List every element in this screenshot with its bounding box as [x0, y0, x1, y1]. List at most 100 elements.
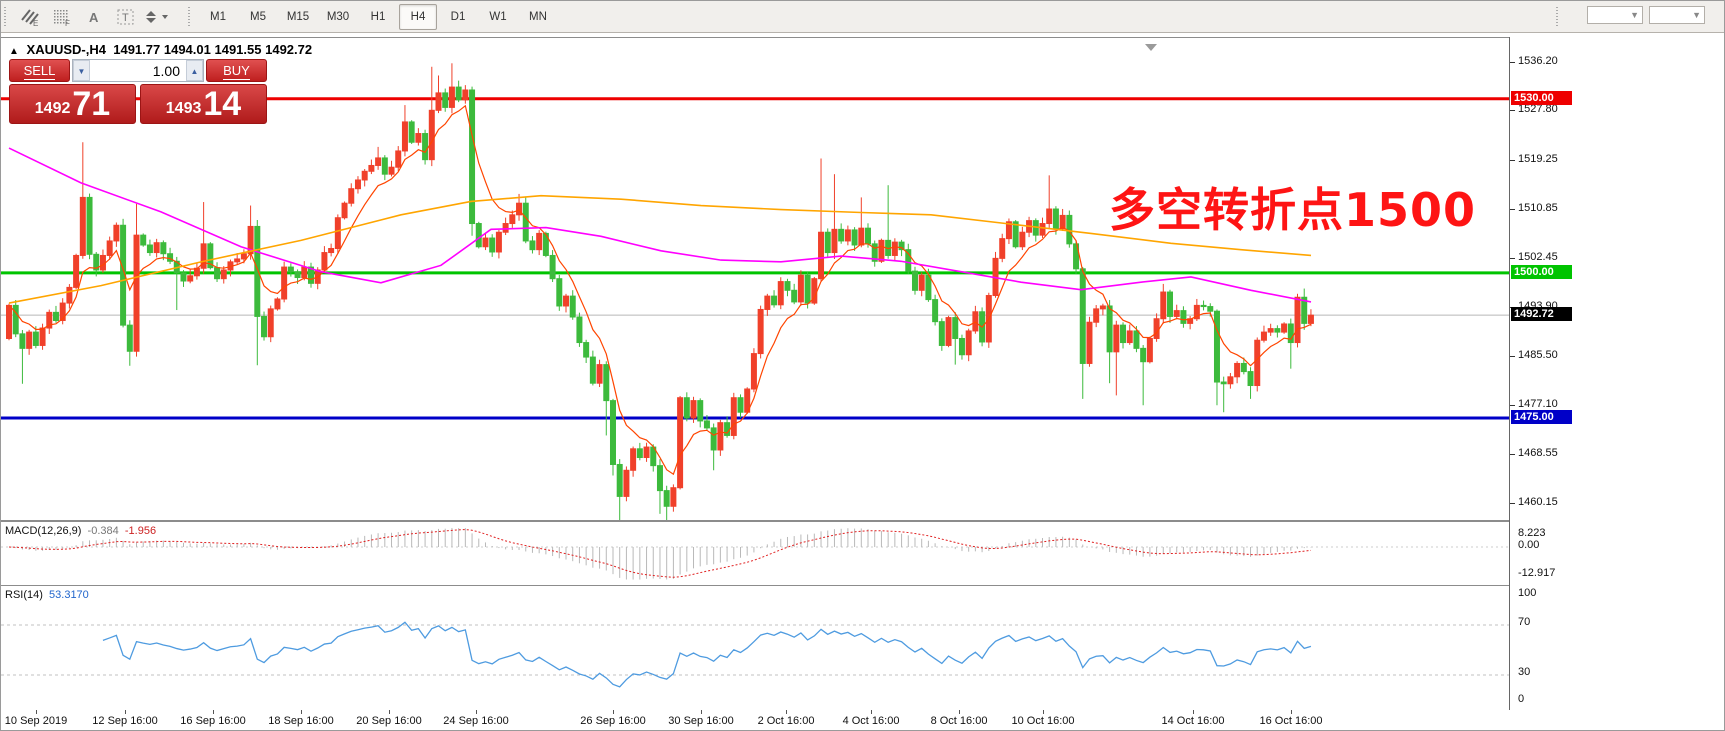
- time-tick-label: 18 Sep 16:00: [268, 715, 333, 727]
- macd-histogram: [9, 528, 1311, 580]
- time-tick-label: 20 Sep 16:00: [356, 715, 421, 727]
- symbol-triangle-icon[interactable]: ▲: [9, 46, 19, 57]
- time-tick: [786, 710, 787, 714]
- timeframe-button-w1[interactable]: W1: [479, 4, 517, 30]
- svg-text:T: T: [122, 12, 129, 24]
- axis-tick-label: 1468.55: [1518, 447, 1558, 459]
- timeframe-button-mn[interactable]: MN: [519, 4, 557, 30]
- price-axis[interactable]: 1536.201527.801519.251510.851502.451493.…: [1509, 37, 1725, 710]
- timeframe-button-m30[interactable]: M30: [319, 4, 357, 30]
- time-tick-label: 4 Oct 16:00: [843, 715, 900, 727]
- text-tool-icon[interactable]: A: [79, 4, 109, 30]
- toolbar-combo-2[interactable]: ▼: [1649, 6, 1705, 24]
- ohlc-close: 1492.72: [265, 42, 312, 57]
- drawing-toolbar: EFAT: [14, 4, 174, 30]
- axis-tick-label: -12.917: [1518, 567, 1555, 579]
- time-tick: [389, 710, 390, 714]
- time-tick-label: 12 Sep 16:00: [92, 715, 157, 727]
- rsi-line: [103, 622, 1311, 687]
- price-tag: 1475.00: [1511, 410, 1572, 424]
- time-tick: [701, 710, 702, 714]
- toolbar-combo-1[interactable]: ▼: [1587, 6, 1643, 24]
- price-tag: 1500.00: [1511, 265, 1572, 279]
- buy-button[interactable]: BUY: [206, 59, 267, 82]
- buy-quote[interactable]: 1493 14: [140, 84, 267, 124]
- time-tick: [1291, 710, 1292, 714]
- svg-text:E: E: [33, 19, 38, 26]
- volume-input[interactable]: [90, 60, 186, 81]
- time-tick: [1043, 710, 1044, 714]
- toolbar-grip-3[interactable]: [1556, 7, 1561, 27]
- volume-spinner: ▼ ▲: [72, 59, 204, 82]
- time-tick: [125, 710, 126, 714]
- timeframe-button-d1[interactable]: D1: [439, 4, 477, 30]
- axis-tick-label: 1519.25: [1518, 153, 1558, 165]
- time-tick-label: 26 Sep 16:00: [580, 715, 645, 727]
- macd-pane[interactable]: MACD(12,26,9) -0.384 -1.956: [1, 521, 1509, 586]
- ohlc-high: 1494.01: [164, 42, 211, 57]
- time-tick: [613, 710, 614, 714]
- channel-tool-icon[interactable]: E: [15, 4, 45, 30]
- chart-object-marker: [1145, 44, 1157, 51]
- time-tick-label: 16 Sep 16:00: [180, 715, 245, 727]
- sell-quote[interactable]: 1492 71: [9, 84, 136, 124]
- sell-button[interactable]: SELL: [9, 59, 70, 82]
- axis-tick-label: 1527.80: [1518, 103, 1558, 115]
- axis-tick-label: 1510.85: [1518, 202, 1558, 214]
- timeframe-button-m5[interactable]: M5: [239, 4, 277, 30]
- chart-symbol-period: XAUUSD-,H4: [27, 42, 106, 57]
- svg-text:A: A: [89, 10, 99, 25]
- axis-tick-label: 1502.45: [1518, 251, 1558, 263]
- volume-increase-button[interactable]: ▲: [186, 60, 203, 81]
- timeframe-button-h1[interactable]: H1: [359, 4, 397, 30]
- time-tick: [301, 710, 302, 714]
- time-tick: [1193, 710, 1194, 714]
- time-tick-label: 10 Sep 2019: [5, 715, 67, 727]
- axis-tick-label: 100: [1518, 587, 1536, 599]
- timeframe-button-h4[interactable]: H4: [399, 4, 437, 30]
- chart-window: ▲ XAUUSD-,H4 1491.77 1494.01 1491.55 149…: [1, 33, 1725, 731]
- axis-tick-label: 1477.10: [1518, 398, 1558, 410]
- chart-title: ▲ XAUUSD-,H4 1491.77 1494.01 1491.55 149…: [9, 42, 312, 57]
- time-tick: [213, 710, 214, 714]
- time-tick-label: 16 Oct 16:00: [1260, 715, 1323, 727]
- timeframe-button-m15[interactable]: M15: [279, 4, 317, 30]
- rsi-pane[interactable]: RSI(14) 53.3170: [1, 585, 1509, 711]
- buy-price-main: 1493: [166, 100, 202, 118]
- cursor-arrows-icon[interactable]: [143, 4, 173, 30]
- toolbar: E F A T M1M5M15M30H1H4D1W1MN ▼ ▼: [1, 1, 1724, 33]
- timeframe-button-m1[interactable]: M1: [199, 4, 237, 30]
- svg-text:F: F: [65, 19, 70, 26]
- toolbar-grip-2[interactable]: [188, 7, 193, 27]
- time-tick-label: 30 Sep 16:00: [668, 715, 733, 727]
- time-tick-label: 8 Oct 16:00: [931, 715, 988, 727]
- time-tick-label: 14 Oct 16:00: [1162, 715, 1225, 727]
- axis-tick-label: 0.00: [1518, 539, 1539, 551]
- volume-decrease-button[interactable]: ▼: [73, 60, 90, 81]
- time-tick: [476, 710, 477, 714]
- current-price-tag: 1492.72: [1511, 307, 1572, 321]
- chart-annotation-text[interactable]: 多空转折点1500: [1109, 174, 1476, 240]
- time-tick-label: 2 Oct 16:00: [758, 715, 815, 727]
- toolbar-grip[interactable]: [4, 7, 9, 27]
- one-click-trading-panel: SELL ▼ ▲ BUY 1492 71 1493 14: [9, 59, 267, 124]
- sell-price-main: 1492: [35, 100, 71, 118]
- axis-tick-label: 1485.50: [1518, 349, 1558, 361]
- rsi-chart[interactable]: [1, 586, 1509, 710]
- macd-chart[interactable]: [1, 522, 1509, 585]
- macd-label: MACD(12,26,9) -0.384 -1.956: [5, 525, 156, 537]
- candles: [7, 63, 1314, 520]
- ohlc-open: 1491.77: [113, 42, 160, 57]
- rsi-label: RSI(14) 53.3170: [5, 589, 89, 601]
- time-tick: [36, 710, 37, 714]
- time-tick-label: 10 Oct 16:00: [1012, 715, 1075, 727]
- chevron-down-icon: ▼: [1692, 10, 1701, 20]
- time-tick: [959, 710, 960, 714]
- axis-tick-label: 30: [1518, 666, 1530, 678]
- price-tag: 1530.00: [1511, 91, 1572, 105]
- axis-tick-label: 1460.15: [1518, 496, 1558, 508]
- axis-tick-label: 0: [1518, 693, 1524, 705]
- label-tool-icon[interactable]: T: [111, 4, 141, 30]
- time-axis[interactable]: 10 Sep 2019 12 Sep 16:00 16 Sep 16:00 18 Se…: [1, 710, 1509, 731]
- fibonacci-tool-icon[interactable]: F: [47, 4, 77, 30]
